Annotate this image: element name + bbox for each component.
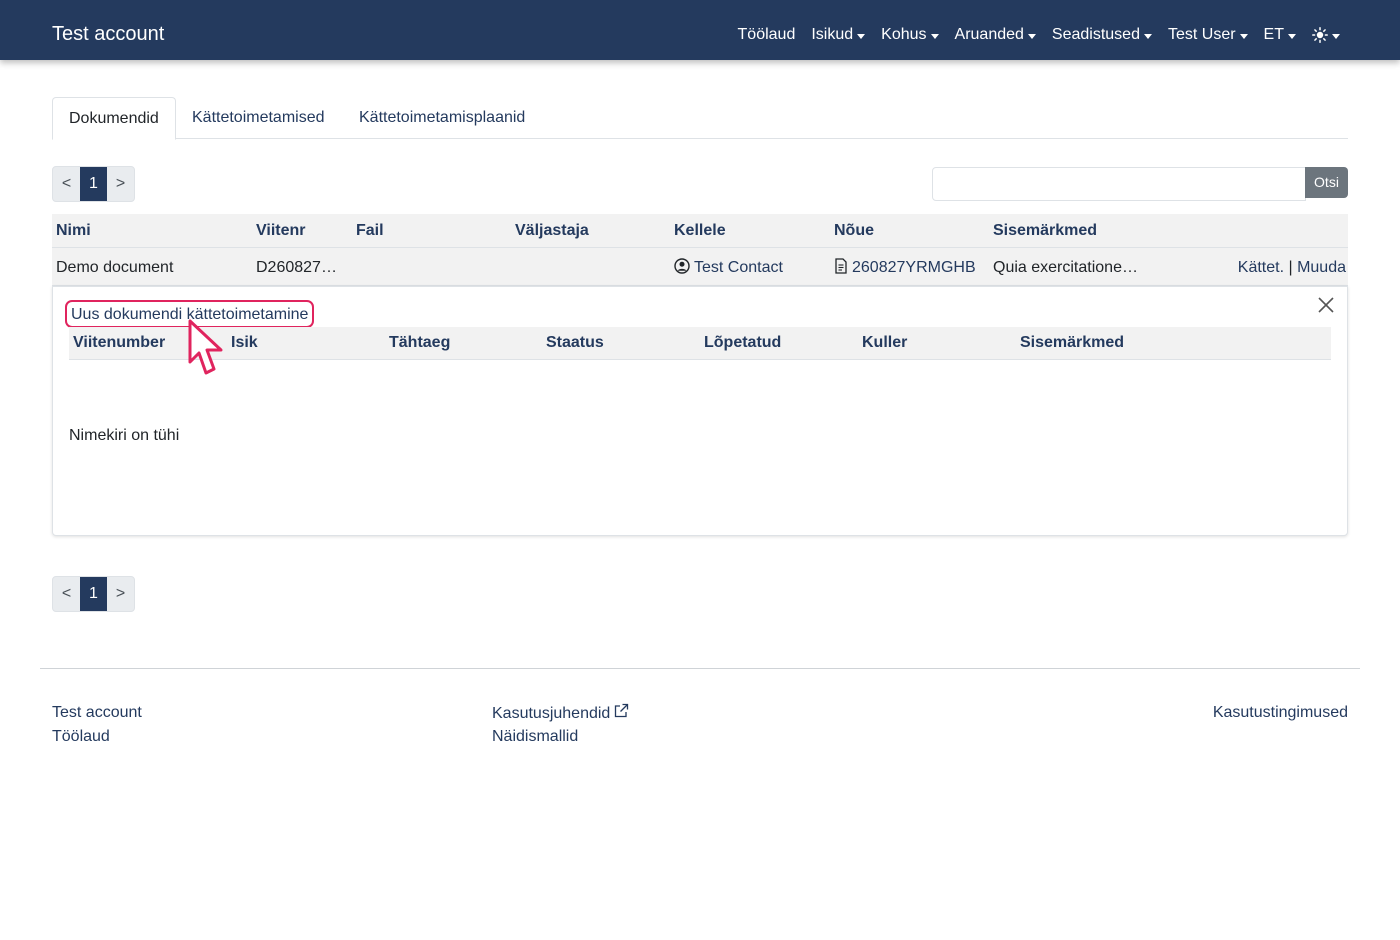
cell-nimi: Demo document [56, 259, 174, 276]
col-header-fail[interactable]: Fail [356, 221, 384, 241]
close-icon[interactable] [1317, 296, 1335, 314]
caret-down-icon [930, 33, 939, 39]
nav-menu: Töölaud Isikud Kohus Aruanded Seadistuse… [738, 24, 1340, 46]
col-header-staatus[interactable]: Staatus [546, 333, 604, 353]
contact-link[interactable]: Test Contact [674, 258, 824, 278]
pagination-bottom: < 1 > [52, 576, 135, 612]
nav-item-theme[interactable] [1312, 27, 1340, 43]
pagination-prev-button[interactable]: < [53, 167, 80, 201]
tab-kattetoimetamised[interactable]: Kättetoimetamised [176, 97, 341, 139]
caret-down-icon [857, 33, 866, 39]
col-header-sub-sisemarkmed[interactable]: Sisemärkmed [1020, 333, 1124, 353]
tab-kattetoimetamisplaanid[interactable]: Kättetoimetamisplaanid [343, 97, 541, 139]
footer-link-account[interactable]: Test account [52, 703, 142, 723]
col-header-valjastaja[interactable]: Väljastaja [515, 221, 589, 241]
footer-link-terms[interactable]: Kasutustingimused [1213, 703, 1348, 723]
pagination-page-1[interactable]: 1 [80, 167, 107, 201]
footer-divider [40, 668, 1360, 669]
brand-title[interactable]: Test account [52, 22, 164, 46]
search-input[interactable] [932, 167, 1306, 201]
footer-link-templates[interactable]: Näidismallid [492, 727, 578, 747]
col-header-viitenumber[interactable]: Viitenumber [73, 333, 165, 353]
nav-item-seadistused[interactable]: Seadistused [1052, 24, 1152, 46]
tab-bar: Dokumendid Kättetoimetamised Kättetoimet… [52, 97, 1348, 140]
col-header-sisemarkmed[interactable]: Sisemärkmed [993, 221, 1097, 241]
col-header-tahtaeg[interactable]: Tähtaeg [389, 333, 450, 353]
claim-link[interactable]: 260827YRMGHB [834, 258, 984, 278]
delivery-link[interactable]: Kättet. [1238, 259, 1284, 276]
pagination-next-button[interactable]: > [107, 167, 134, 201]
nav-item-aruanded[interactable]: Aruanded [955, 24, 1036, 46]
col-header-nimi[interactable]: Nimi [56, 221, 91, 241]
cell-viitenr: D260827… [256, 259, 337, 276]
external-link-icon [615, 703, 629, 718]
col-header-noue[interactable]: Nõue [834, 221, 874, 241]
col-header-kellele[interactable]: Kellele [674, 221, 726, 241]
caret-down-icon [1288, 33, 1296, 39]
deliveries-table-header: Viitenumber Isik Tähtaeg Staatus Lõpetat… [69, 327, 1331, 360]
action-separator: | [1288, 259, 1293, 276]
empty-list-message: Nimekiri on tühi [69, 427, 180, 444]
top-navbar: Test account Töölaud Isikud Kohus Aruand… [0, 0, 1400, 60]
caret-down-icon [1332, 33, 1340, 39]
footer-link-guides[interactable]: Kasutusjuhendid [492, 703, 629, 724]
mouse-cursor-icon [188, 319, 223, 375]
caret-down-icon [1239, 33, 1248, 39]
deliveries-panel: Uus dokumendi kättetoimetamine Viitenumb… [52, 286, 1348, 536]
documents-table-header: Nimi Viitenr Fail Väljastaja Kellele Nõu… [52, 214, 1348, 248]
col-header-viitenr[interactable]: Viitenr [256, 221, 306, 241]
table-row: Demo document D260827… Test Contact 2608… [52, 248, 1348, 286]
nav-item-user[interactable]: Test User [1168, 24, 1248, 46]
pagination-page-1[interactable]: 1 [80, 577, 107, 611]
col-header-isik[interactable]: Isik [231, 333, 258, 353]
row-actions: Kättet. | Muuda [1236, 258, 1346, 278]
caret-down-icon [1143, 33, 1152, 39]
nav-item-isikud[interactable]: Isikud [811, 24, 866, 46]
nav-item-language[interactable]: ET [1264, 24, 1296, 46]
tab-dokumendid[interactable]: Dokumendid [52, 97, 176, 140]
nav-item-toolaud[interactable]: Töölaud [738, 24, 796, 46]
col-header-lopetatud[interactable]: Lõpetatud [704, 333, 781, 353]
col-header-kuller[interactable]: Kuller [862, 333, 907, 353]
user-circle-icon [674, 258, 690, 274]
search-button[interactable]: Otsi [1305, 167, 1348, 198]
edit-link[interactable]: Muuda [1297, 259, 1346, 276]
pagination-next-button[interactable]: > [107, 577, 134, 611]
caret-down-icon [1027, 33, 1036, 39]
pagination-top: < 1 > [52, 166, 135, 202]
sun-icon [1312, 27, 1328, 43]
document-icon [835, 258, 847, 274]
cell-sisemarkmed: Quia exercitatione… [993, 259, 1138, 276]
nav-item-kohus[interactable]: Kohus [881, 24, 939, 46]
footer-link-toolaud[interactable]: Töölaud [52, 727, 110, 747]
pagination-prev-button[interactable]: < [53, 577, 80, 611]
